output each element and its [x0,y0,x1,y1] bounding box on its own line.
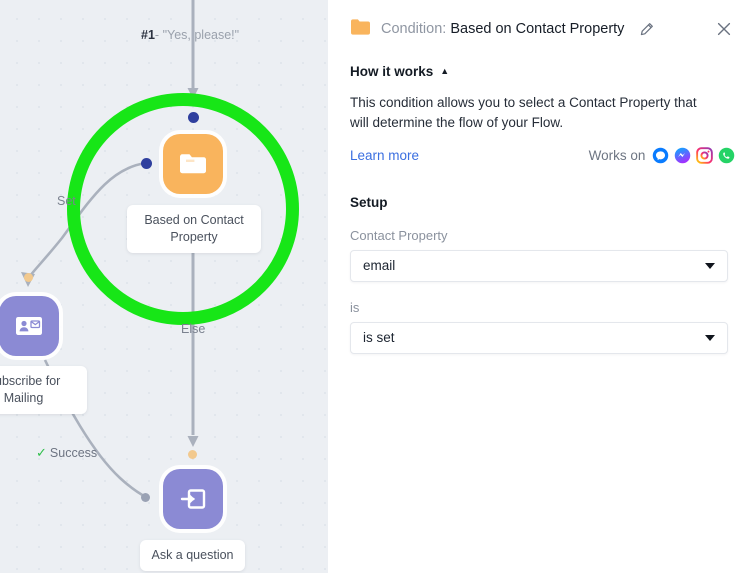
else-branch-endpoint[interactable] [188,450,197,459]
flow-step-title: #1- "Yes, please!" [141,28,239,42]
folder-glyph [351,18,370,35]
operator-label: is [350,299,360,315]
instagram-icon [695,145,715,165]
whatsapp-icon [717,145,737,165]
contact-card-icon [0,296,59,356]
chevron-down-icon [705,262,715,269]
set-branch-endpoint[interactable] [24,273,33,282]
branch-label-set: Set [57,194,76,208]
chat-bubble-glyph [653,147,669,163]
condition-set-port[interactable] [141,158,152,169]
node-subscribe-label: Subscribe for Mailing [0,366,87,414]
setup-title: Setup [350,194,388,210]
flow-step-message: "Yes, please!" [162,28,240,42]
node-subscribe[interactable] [0,296,59,356]
node-ask-question[interactable] [163,469,223,529]
chevron-down-icon [705,334,715,341]
flow-canvas[interactable]: #1- "Yes, please!" Set Else ✓ Success Bas… [0,0,328,573]
contact-property-label: Contact Property [350,227,448,243]
condition-input-port[interactable] [188,112,199,123]
whatsapp-glyph [719,147,735,163]
ask-question-icon [163,469,223,529]
how-it-works-description: This condition allows you to select a Co… [350,95,697,131]
ask-input-port[interactable] [141,493,150,502]
panel-title-label: Condition: [381,21,447,37]
channel-icons [651,145,737,165]
caret-up-icon: ▲ [440,66,450,76]
flow-step-dash: - [154,28,160,42]
panel-title-value: Based on Contact Property [450,21,625,37]
messenger-glyph [675,147,691,163]
instagram-glyph [696,146,714,164]
flow-builder-screen: #1- "Yes, please!" Set Else ✓ Success Bas… [0,0,755,573]
works-on-label: Works on [588,147,646,163]
node-condition[interactable] [163,134,223,194]
node-condition-label: Based on Contact Property [127,205,261,253]
folder-icon [350,18,371,41]
panel-header: Condition: Based on Contact Property [350,0,736,56]
pencil-icon [640,22,653,35]
operator-select[interactable]: is set [350,321,728,354]
close-panel-button[interactable] [712,17,736,41]
enter-box-glyph [180,489,206,509]
messenger-icon [673,145,693,165]
check-icon: ✓ [36,445,47,460]
folder-icon [163,134,223,194]
edit-title-button[interactable] [634,17,658,41]
node-ask-question-label: Ask a question [140,540,245,571]
folder-glyph [180,154,206,174]
how-it-works-header[interactable]: How it works ▲ [350,64,736,79]
operator-value: is set [363,330,395,345]
flow-step-number: #1 [141,28,155,42]
contact-property-select[interactable]: email [350,249,728,282]
success-text: Success [49,446,98,460]
how-it-works-footer: Learn more Works on [350,145,737,165]
success-label: ✓ Success [36,445,97,461]
learn-more-link[interactable]: Learn more [350,148,419,163]
contact-card-glyph [16,317,42,335]
chat-bubble-icon [651,145,671,165]
panel-title: Condition: Based on Contact Property [381,21,624,37]
how-it-works-title: How it works [350,64,434,79]
works-on-group: Works on [588,145,737,165]
close-icon [718,22,731,36]
condition-settings-panel: Condition: Based on Contact Property How… [328,0,755,573]
branch-label-else: Else [181,322,206,336]
contact-property-value: email [363,258,396,273]
